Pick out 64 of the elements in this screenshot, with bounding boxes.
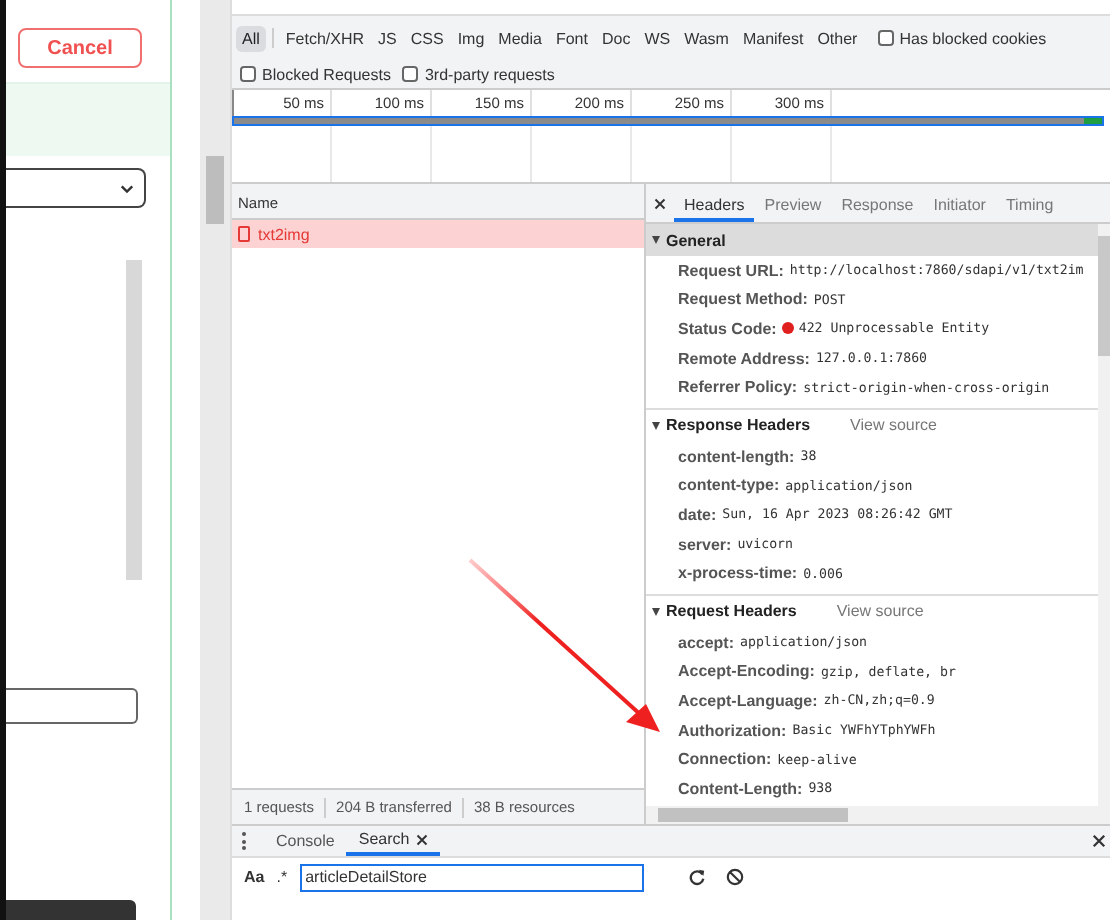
filter-chip[interactable]: CSS <box>404 25 450 51</box>
header-name: date: <box>678 505 717 524</box>
regex-toggle[interactable]: .* <box>276 868 288 886</box>
close-icon[interactable] <box>1092 834 1106 848</box>
filter-chip[interactable]: Manifest <box>736 25 810 51</box>
tab[interactable]: Console <box>264 826 347 856</box>
search-field[interactable]: articleDetailStore <box>299 863 644 891</box>
header-name: Authorization: <box>678 721 787 740</box>
clear-icon[interactable] <box>725 868 744 886</box>
tab[interactable]: Preview <box>754 184 832 222</box>
header-name: Accept-Language: <box>678 691 818 710</box>
filter-chip[interactable]: Media <box>492 25 548 51</box>
filter-chip[interactable]: Img <box>451 25 491 51</box>
tab[interactable]: Search <box>346 826 440 856</box>
header-name: Remote Address: <box>678 349 810 368</box>
filter-chip[interactable]: Doc <box>595 25 637 51</box>
tab[interactable]: Timing <box>995 184 1064 222</box>
header-name: Content-Length: <box>678 779 803 798</box>
section-title[interactable]: Request Headers <box>666 602 797 621</box>
scrollbar[interactable] <box>126 260 142 580</box>
header-name: accept: <box>678 633 735 652</box>
view-source-link[interactable]: View source <box>836 602 924 621</box>
filter-chip[interactable]: All <box>236 25 266 51</box>
header-name: content-length: <box>678 447 795 466</box>
expanded-triangle-icon[interactable] <box>652 421 660 430</box>
scrollbar-thumb[interactable] <box>206 156 224 224</box>
header-name: content-type: <box>678 476 780 495</box>
checkbox[interactable]: 3rd-party requests <box>402 65 555 83</box>
input-field[interactable] <box>6 688 138 724</box>
close-icon[interactable] <box>415 833 428 845</box>
dropdown[interactable] <box>6 168 146 208</box>
expanded-triangle-icon[interactable] <box>652 607 660 616</box>
scrollbar[interactable] <box>1098 224 1110 806</box>
chevron-down-icon <box>120 183 134 193</box>
header-name: Accept-Encoding: <box>678 662 815 681</box>
match-case-toggle[interactable]: Aa <box>244 868 265 886</box>
checkbox[interactable]: Has blocked cookies <box>877 29 1047 47</box>
header-name: x-process-time: <box>678 564 798 583</box>
filter-chip[interactable]: JS <box>372 25 403 51</box>
filter-chip[interactable]: Other <box>811 25 864 51</box>
document-icon <box>238 226 250 242</box>
header-name: server: <box>678 535 732 554</box>
tab[interactable]: Response <box>831 184 924 222</box>
view-source-link[interactable]: View source <box>850 416 937 435</box>
filter-chip[interactable]: WS <box>638 25 677 51</box>
status-dot-icon <box>782 322 795 335</box>
tab[interactable]: Initiator <box>923 184 996 222</box>
filter-chip[interactable]: Font <box>549 25 594 51</box>
close-icon[interactable] <box>654 197 666 209</box>
header-name: Request URL: <box>678 261 784 280</box>
expanded-triangle-icon[interactable] <box>652 236 660 244</box>
header-name: Referrer Policy: <box>678 378 798 397</box>
section-title[interactable]: Response Headers <box>666 416 811 435</box>
request-name: txt2img <box>258 225 310 243</box>
filter-chip[interactable]: Fetch/XHR <box>279 25 371 51</box>
refresh-icon[interactable] <box>687 868 706 886</box>
header-name: Request Method: <box>678 290 808 309</box>
horizontal-scrollbar[interactable] <box>646 806 1110 824</box>
section-title[interactable]: General <box>666 231 726 249</box>
cancel-button[interactable]: Cancel <box>18 28 142 68</box>
filter-chip[interactable]: Wasm <box>678 25 735 51</box>
checkbox[interactable]: Blocked Requests <box>240 65 391 83</box>
header-name: Status Code: <box>678 319 777 338</box>
header-name: Connection: <box>678 750 772 769</box>
